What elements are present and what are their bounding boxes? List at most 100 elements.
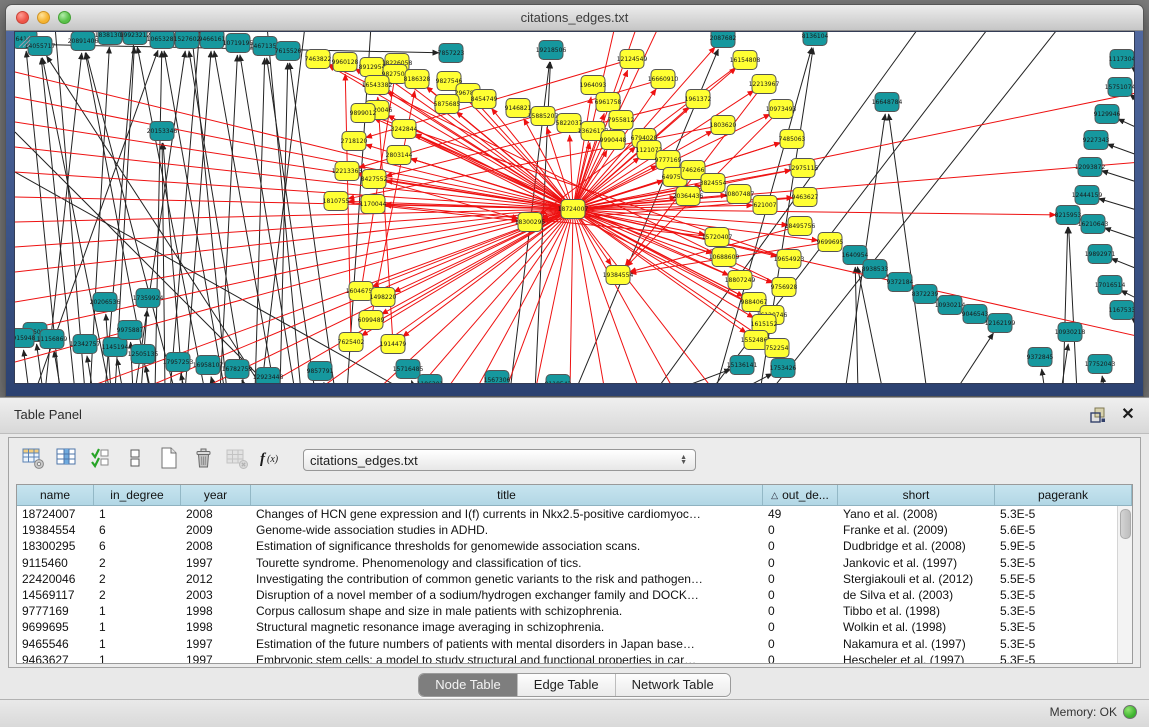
graph-node[interactable]: 8215953 — [1055, 206, 1082, 225]
graph-node[interactable]: 1964093 — [580, 76, 607, 95]
graph-node[interactable]: 1527602 — [174, 32, 201, 49]
table-row[interactable]: 946554611997Estimation of the future num… — [17, 636, 1132, 652]
graph-node[interactable]: 10688609 — [709, 248, 740, 267]
graph-node[interactable]: 7955812 — [608, 111, 635, 130]
graph-node[interactable]: 7615526 — [275, 42, 302, 61]
table-selector-dropdown[interactable]: citations_edges.txt▲▼ — [303, 449, 696, 471]
graph-node[interactable]: 19218506 — [536, 41, 567, 60]
float-panel-button[interactable] — [1089, 406, 1107, 424]
table-row[interactable]: 977716911998Corpus callosum shape and si… — [17, 603, 1132, 619]
row-select-button[interactable] — [87, 446, 115, 474]
graph-node[interactable]: 16543382 — [362, 76, 393, 95]
graph-node[interactable]: 16782759 — [222, 360, 253, 379]
graph-node[interactable]: 12213967 — [749, 75, 780, 94]
memory-status-indicator[interactable] — [1123, 705, 1137, 719]
column-header-short[interactable]: short — [838, 485, 995, 505]
graph-node[interactable]: 12162199 — [985, 314, 1016, 333]
graph-node[interactable]: 17752043 — [1085, 355, 1116, 374]
graph-node[interactable]: 12213363 — [332, 162, 363, 181]
graph-node[interactable]: 16660910 — [648, 70, 679, 89]
graph-node[interactable]: 8186328 — [404, 70, 431, 89]
graph-node[interactable]: 15751074 — [1105, 78, 1134, 97]
graph-node[interactable]: 1914479 — [380, 335, 407, 354]
graph-node[interactable]: 2718120 — [341, 132, 368, 151]
graph-node[interactable]: 7857223 — [438, 44, 465, 63]
zoom-window-button[interactable] — [58, 11, 71, 24]
graph-node[interactable]: 15720407 — [702, 228, 733, 247]
graph-node[interactable]: 1961372 — [685, 90, 712, 109]
graph-node[interactable]: 1117304 — [1109, 50, 1134, 69]
close-window-button[interactable] — [16, 11, 29, 24]
graph-node[interactable]: 1567306 — [484, 371, 511, 385]
graph-node[interactable]: 10930218 — [1055, 323, 1086, 342]
table-row[interactable]: 1830029562008Estimation of significance … — [17, 538, 1132, 554]
table-row[interactable]: 969969511998Structural magnetic resonanc… — [17, 619, 1132, 635]
graph-node[interactable]: 5875685 — [434, 95, 461, 114]
graph-node[interactable]: 15885207 — [528, 107, 559, 126]
graph-node[interactable]: 6961758 — [595, 93, 622, 112]
table-row[interactable]: 1872400712008Changes of HCN gene express… — [17, 506, 1132, 522]
function-button[interactable]: f(x) — [257, 446, 285, 474]
graph-node[interactable]: 8136104 — [802, 32, 829, 46]
graph-node[interactable]: 7463822 — [305, 50, 332, 69]
graph-node[interactable]: 20206536 — [90, 293, 121, 312]
graph-node[interactable]: 12124549 — [617, 50, 648, 69]
graph-node[interactable]: 3242844 — [391, 120, 418, 139]
graph-node[interactable]: 9756928 — [771, 278, 798, 297]
graph-node[interactable]: 15136141 — [727, 356, 758, 375]
graph-node[interactable]: 9227343 — [1083, 131, 1110, 150]
graph-node[interactable]: 17957253 — [163, 353, 194, 372]
graph-node[interactable]: 9699695 — [817, 233, 844, 252]
graph-node[interactable]: 9990448 — [600, 131, 627, 150]
graph-node[interactable]: 9118542 — [545, 375, 572, 385]
graph-node[interactable]: 19654923 — [774, 250, 805, 269]
new-document-button[interactable] — [155, 446, 183, 474]
graph-node[interactable]: 1167533 — [1109, 301, 1134, 320]
column-header-year[interactable]: year — [181, 485, 251, 505]
graph-node[interactable]: 3824554 — [700, 174, 727, 193]
network-canvas[interactable]: 1872400718300295193845547463822996012889… — [14, 31, 1135, 384]
graph-node[interactable]: 9857791 — [307, 362, 334, 381]
close-panel-button[interactable]: ✕ — [1119, 406, 1137, 424]
graph-node[interactable]: 20153346 — [147, 122, 178, 141]
graph-node[interactable]: 11156869 — [37, 330, 68, 349]
graph-node[interactable]: 9372184 — [887, 273, 914, 292]
column-header-out_de[interactable]: △out_de... — [763, 485, 838, 505]
graph-node[interactable]: 9960128 — [332, 53, 359, 72]
graph-node[interactable]: 1498220 — [370, 288, 397, 307]
rows-button[interactable] — [121, 446, 149, 474]
graph-node[interactable]: 1753426 — [770, 359, 797, 378]
graph-node[interactable]: 16648784 — [872, 93, 903, 112]
graph-node[interactable]: 8427552 — [361, 170, 388, 189]
graph-node[interactable]: 3915948 — [15, 329, 36, 348]
graph-node[interactable]: 16958107 — [193, 356, 224, 375]
graph-node[interactable]: 12342757 — [70, 335, 101, 354]
graph-node[interactable]: 8454749 — [471, 90, 498, 109]
graph-node[interactable]: 7625402 — [338, 333, 365, 352]
graph-node[interactable]: 9372845 — [1027, 348, 1054, 367]
graph-node[interactable]: 16154808 — [730, 51, 761, 70]
delete-button[interactable] — [189, 446, 217, 474]
graph-node[interactable]: 621007 — [753, 196, 777, 215]
tab-network-table[interactable]: Network Table — [615, 674, 730, 696]
graph-node[interactable]: 7485063 — [779, 130, 806, 149]
table-settings-button[interactable] — [19, 446, 47, 474]
graph-node[interactable]: 12093872 — [1075, 158, 1106, 177]
table-scrollbar[interactable] — [1117, 506, 1132, 663]
graph-node[interactable]: 9777169 — [655, 151, 682, 170]
table-row[interactable]: 911546021997Tourette syndrome. Phenomeno… — [17, 555, 1132, 571]
graph-node[interactable]: 9899012 — [350, 104, 377, 123]
window-titlebar[interactable]: citations_edges.txt — [6, 5, 1143, 31]
graph-node[interactable]: 8938533 — [862, 260, 889, 279]
graph-node[interactable]: 12444159 — [1072, 186, 1103, 205]
table-row[interactable]: 1456911722003Disruption of a novel membe… — [17, 587, 1132, 603]
graph-node[interactable]: 18724007 — [558, 200, 589, 219]
graph-node[interactable]: 19892971 — [1085, 245, 1116, 264]
graph-node[interactable]: 12923448 — [253, 368, 284, 385]
graph-node[interactable]: 8372239 — [912, 285, 939, 304]
graph-node[interactable]: 1803620 — [710, 116, 737, 135]
tab-edge-table[interactable]: Edge Table — [517, 674, 615, 696]
table-row[interactable]: 1938455462009Genome-wide association stu… — [17, 522, 1132, 538]
graph-node[interactable]: 1186301 — [417, 375, 444, 385]
table-scrollbar-thumb[interactable] — [1120, 509, 1131, 539]
